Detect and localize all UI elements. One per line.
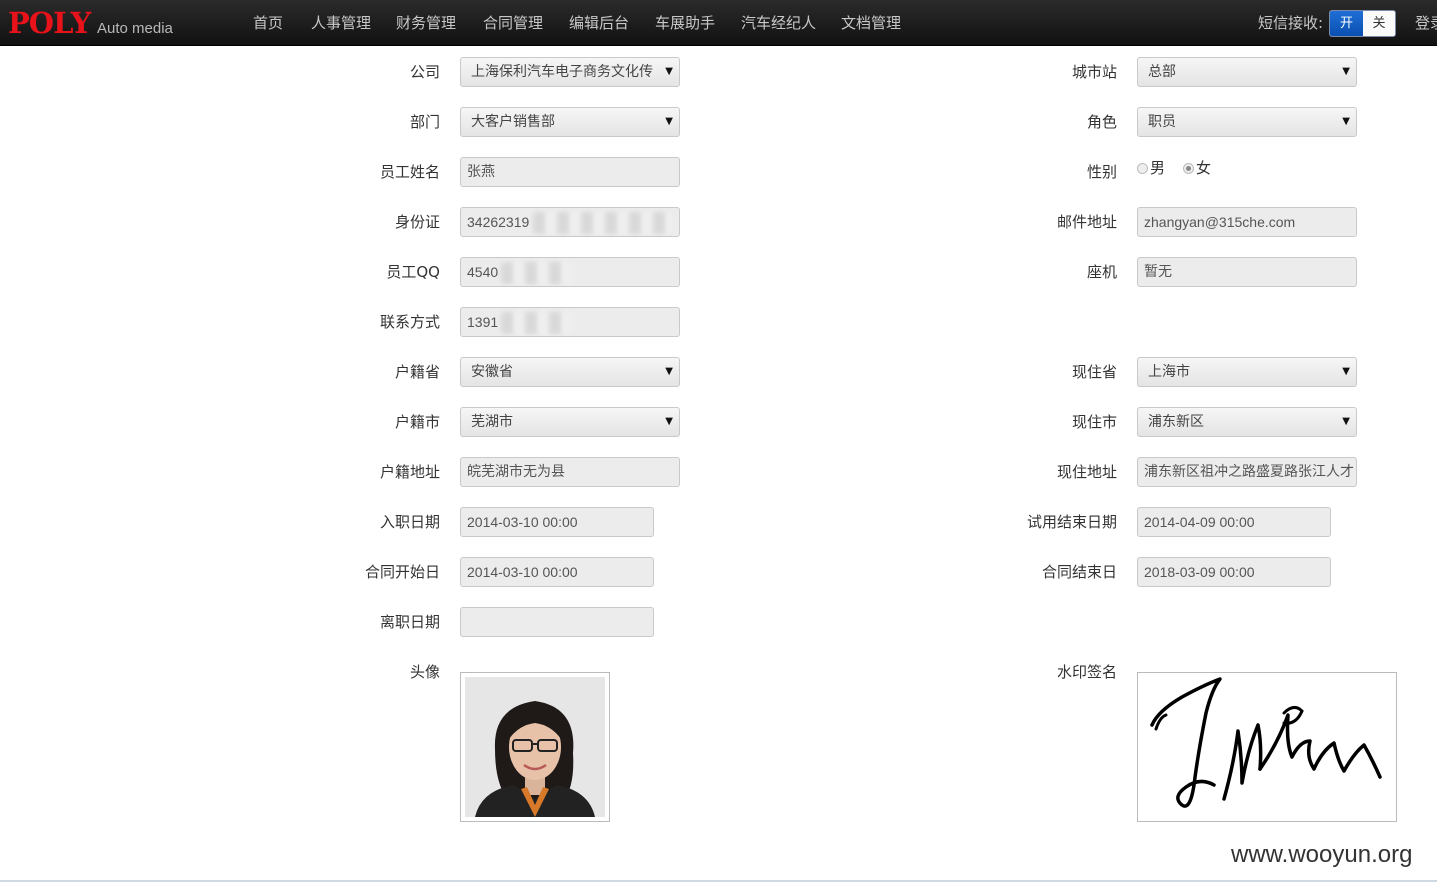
nav-item-editor[interactable]: 编辑后台 <box>569 13 629 33</box>
leave-date-field[interactable] <box>460 607 654 637</box>
qq-field[interactable]: 4540 <box>460 257 680 287</box>
id-card-field[interactable]: 34262319 <box>460 207 680 237</box>
city-station-label: 城市站 <box>1071 63 1117 81</box>
avatar-image <box>465 677 605 817</box>
role-select[interactable]: 职员 ▼ <box>1137 107 1357 137</box>
footer-divider <box>0 880 1437 882</box>
sms-receive-label: 短信接收: <box>1258 14 1324 32</box>
current-province-value: 上海市 <box>1148 364 1190 380</box>
employee-name-label: 员工姓名 <box>379 163 440 181</box>
nav-item-contracts[interactable]: 合同管理 <box>483 13 543 33</box>
top-navbar: POLY Auto media 首页 人事管理 财务管理 合同管理 编辑后台 车… <box>0 0 1437 46</box>
chevron-down-icon: ▼ <box>1342 366 1350 377</box>
avatar-photo[interactable] <box>460 672 610 822</box>
hukou-address-label: 户籍地址 <box>379 463 440 481</box>
signature-drawing <box>1150 677 1382 808</box>
company-select[interactable]: 上海保利汽车电子商务文化传 ▼ <box>460 57 680 87</box>
chevron-down-icon: ▼ <box>1342 66 1350 77</box>
department-select[interactable]: 大客户销售部 ▼ <box>460 107 680 137</box>
city-station-value: 总部 <box>1148 64 1176 80</box>
contact-field[interactable]: 1391 <box>460 307 680 337</box>
contract-end-label: 合同结束日 <box>1041 563 1117 581</box>
login-link[interactable]: 登录 <box>1415 13 1437 33</box>
chevron-down-icon: ▼ <box>1342 416 1350 427</box>
role-value: 职员 <box>1148 114 1176 130</box>
hukou-city-value: 芜湖市 <box>471 414 513 430</box>
id-card-label: 身份证 <box>394 213 440 231</box>
hukou-address-field[interactable]: 皖芜湖市无为县 <box>460 457 680 487</box>
id-card-value: 34262319 <box>467 214 530 230</box>
hukou-city-select[interactable]: 芜湖市 ▼ <box>460 407 680 437</box>
sms-off-button[interactable]: 关 <box>1363 11 1395 36</box>
company-label: 公司 <box>409 63 440 81</box>
current-city-select[interactable]: 浦东新区 ▼ <box>1137 407 1357 437</box>
redaction-blur <box>533 212 673 234</box>
logo-subtitle: Auto media <box>97 20 173 37</box>
city-station-select[interactable]: 总部 ▼ <box>1137 57 1357 87</box>
contract-end-field[interactable]: 2018-03-09 00:00 <box>1137 557 1331 587</box>
qq-label: 员工QQ <box>386 263 440 281</box>
current-address-label: 现住地址 <box>1056 463 1117 481</box>
contract-start-field[interactable]: 2014-03-10 00:00 <box>460 557 654 587</box>
company-value: 上海保利汽车电子商务文化传 <box>471 64 653 80</box>
current-province-select[interactable]: 上海市 ▼ <box>1137 357 1357 387</box>
current-city-label: 现住市 <box>1071 413 1117 431</box>
gender-male-label: 男 <box>1150 159 1166 177</box>
hukou-city-label: 户籍市 <box>394 413 440 431</box>
nav-item-autoshow[interactable]: 车展助手 <box>655 13 715 33</box>
gender-label: 性别 <box>1086 163 1117 181</box>
nav-item-documents[interactable]: 文档管理 <box>841 13 901 33</box>
current-address-field[interactable]: 浦东新区祖冲之路盛夏路张江人才 <box>1137 457 1357 487</box>
hire-date-label: 入职日期 <box>379 513 440 531</box>
probation-end-field[interactable]: 2014-04-09 00:00 <box>1137 507 1331 537</box>
leave-date-label: 离职日期 <box>379 613 440 631</box>
radio-male[interactable] <box>1137 163 1148 174</box>
email-label: 邮件地址 <box>1056 213 1117 231</box>
logo-text: POLY <box>8 6 91 40</box>
employee-name-field[interactable]: 张燕 <box>460 157 680 187</box>
probation-end-label: 试用结束日期 <box>1026 513 1117 531</box>
hire-date-field[interactable]: 2014-03-10 00:00 <box>460 507 654 537</box>
redaction-blur <box>501 262 573 284</box>
nav-item-hr[interactable]: 人事管理 <box>311 13 371 33</box>
sms-toggle[interactable]: 开 关 <box>1329 10 1396 37</box>
chevron-down-icon: ▼ <box>665 66 673 77</box>
gender-male-option[interactable]: 男 <box>1137 158 1165 178</box>
nav-item-finance[interactable]: 财务管理 <box>396 13 456 33</box>
contract-start-label: 合同开始日 <box>364 563 440 581</box>
nav-item-home[interactable]: 首页 <box>253 13 283 33</box>
qq-value: 4540 <box>467 264 499 280</box>
contact-label: 联系方式 <box>379 313 440 331</box>
sms-on-button[interactable]: 开 <box>1330 11 1363 36</box>
contact-value: 1391 <box>467 314 499 330</box>
radio-female[interactable] <box>1183 163 1194 174</box>
role-label: 角色 <box>1086 113 1117 131</box>
signature-label: 水印签名 <box>1056 663 1117 681</box>
nav-item-broker[interactable]: 汽车经纪人 <box>741 13 816 33</box>
site-watermark: www.wooyun.org <box>1231 841 1413 868</box>
landline-label: 座机 <box>1086 263 1117 281</box>
chevron-down-icon: ▼ <box>665 416 673 427</box>
landline-field[interactable]: 暂无 <box>1137 257 1357 287</box>
email-field[interactable]: zhangyan@315che.com <box>1137 207 1357 237</box>
redaction-blur <box>501 312 573 334</box>
current-city-value: 浦东新区 <box>1148 414 1204 430</box>
gender-female-option[interactable]: 女 <box>1183 158 1211 178</box>
department-value: 大客户销售部 <box>471 114 555 130</box>
hukou-province-select[interactable]: 安徽省 ▼ <box>460 357 680 387</box>
signature-image[interactable] <box>1137 672 1397 822</box>
hukou-province-label: 户籍省 <box>394 363 440 381</box>
chevron-down-icon: ▼ <box>665 116 673 127</box>
department-label: 部门 <box>409 113 440 131</box>
chevron-down-icon: ▼ <box>665 366 673 377</box>
avatar-label: 头像 <box>409 663 440 681</box>
current-province-label: 现住省 <box>1071 363 1117 381</box>
hukou-province-value: 安徽省 <box>471 364 513 380</box>
chevron-down-icon: ▼ <box>1342 116 1350 127</box>
gender-female-label: 女 <box>1196 159 1212 177</box>
